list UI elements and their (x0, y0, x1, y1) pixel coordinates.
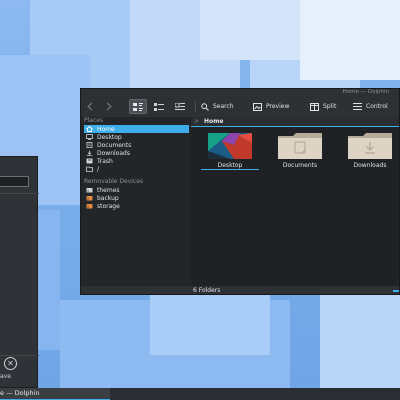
sidebar-item-downloads[interactable]: Downloads (84, 149, 189, 157)
chevron-left-icon (87, 102, 93, 111)
sidebar-item-label: Desktop (97, 133, 122, 141)
zoom-slider[interactable] (393, 290, 399, 292)
downloads-icon (86, 150, 93, 156)
sidebar-item-trash[interactable]: Trash (84, 157, 189, 165)
sidebar-item-label: backup (97, 194, 119, 202)
sidebar-item-label: Documents (97, 141, 132, 149)
breadcrumb[interactable]: > Home (191, 117, 399, 126)
taskbar-item-dolphin[interactable]: e — Dolphin (0, 388, 110, 400)
file-name: Desktop (201, 162, 259, 170)
icons-view-button[interactable] (129, 99, 147, 114)
details-view-icon (175, 102, 185, 110)
wallpaper-block (150, 295, 270, 355)
file-item-desktop[interactable]: Desktop (201, 132, 259, 172)
toolbar: Search Preview Split Control (81, 97, 399, 117)
sidebar-item-documents[interactable]: Documents (84, 141, 189, 149)
root-folder-icon (86, 166, 93, 172)
drive-icon (86, 188, 93, 193)
file-name: Downloads (353, 162, 387, 169)
taskbar-item-label: e — Dolphin (0, 389, 40, 397)
hamburger-menu-icon (353, 103, 362, 110)
status-text: 6 Folders (193, 287, 221, 294)
back-button[interactable] (87, 99, 97, 114)
file-name: Documents (282, 162, 318, 169)
divider (0, 193, 39, 194)
toolbar-separator (195, 101, 196, 112)
sidebar-item-themes[interactable]: themes (84, 186, 189, 194)
folder-icon (278, 133, 322, 159)
home-icon (86, 126, 93, 132)
file-item-documents[interactable]: Documents (271, 132, 325, 172)
background-text-field[interactable] (0, 176, 29, 187)
window-titlebar[interactable]: Home — Dolphin (81, 89, 399, 97)
close-circle-icon[interactable]: ✕ (4, 357, 17, 370)
places-header: Places (84, 117, 104, 124)
places-panel: Places Home Desktop Documents Downloads … (81, 117, 191, 286)
sidebar-item-home[interactable]: Home (84, 125, 189, 133)
sidebar-item-label: storage (97, 202, 120, 210)
trash-icon (86, 158, 93, 164)
search-button[interactable]: Search (201, 99, 234, 114)
wallpaper-block (320, 290, 400, 390)
sidebar-item-storage[interactable]: storage (84, 202, 189, 210)
split-button-label: Split (323, 103, 337, 110)
preview-button[interactable]: Preview (253, 99, 289, 114)
divider (0, 355, 39, 356)
download-folder-icon (348, 133, 392, 159)
drive-icon (86, 204, 93, 209)
preview-button-label: Preview (266, 103, 290, 110)
documents-icon (86, 142, 93, 148)
control-menu-button[interactable]: Control (353, 99, 388, 114)
sidebar-item-backup[interactable]: backup (84, 194, 189, 202)
background-window[interactable]: ✕ ave (0, 156, 39, 388)
icons-view-icon (133, 102, 143, 111)
sidebar-item-label: Home (97, 125, 115, 133)
desktop-folder-icon (208, 133, 252, 159)
details-view-button[interactable] (172, 99, 188, 114)
save-button-label[interactable]: ave (0, 373, 11, 380)
drive-icon (86, 196, 93, 201)
control-button-label: Control (366, 103, 388, 110)
desktop-icon (86, 134, 93, 140)
split-button[interactable]: Split (310, 99, 336, 114)
taskbar: e — Dolphin (0, 388, 400, 400)
chevron-right-icon (106, 102, 112, 111)
breadcrumb-current[interactable]: Home (204, 118, 223, 125)
status-bar: 6 Folders (81, 286, 399, 294)
sidebar-item-label: / (97, 165, 100, 173)
search-icon (201, 102, 209, 111)
content-area: > Home Desktop Documents Downloads (191, 117, 399, 286)
file-item-downloads[interactable]: Downloads (341, 132, 395, 172)
sidebar-item-label: themes (97, 186, 120, 194)
sidebar-item-root[interactable]: / (84, 165, 189, 173)
forward-button[interactable] (106, 99, 116, 114)
preview-icon (253, 102, 262, 111)
compact-view-button[interactable] (151, 99, 167, 114)
sidebar-item-desktop[interactable]: Desktop (84, 133, 189, 141)
sidebar-item-label: Downloads (97, 149, 130, 157)
split-view-icon (310, 102, 319, 111)
dolphin-window[interactable]: Home — Dolphin Search Preview Split Cont… (80, 88, 400, 295)
window-title: Home — Dolphin (342, 89, 389, 95)
file-view[interactable]: Desktop Documents Downloads (191, 126, 399, 286)
devices-header: Removable Devices (84, 178, 144, 185)
breadcrumb-separator: > (194, 118, 200, 125)
search-button-label: Search (213, 103, 234, 110)
sidebar-item-label: Trash (97, 157, 113, 165)
compact-view-icon (154, 102, 164, 111)
wallpaper-block (300, 0, 400, 80)
